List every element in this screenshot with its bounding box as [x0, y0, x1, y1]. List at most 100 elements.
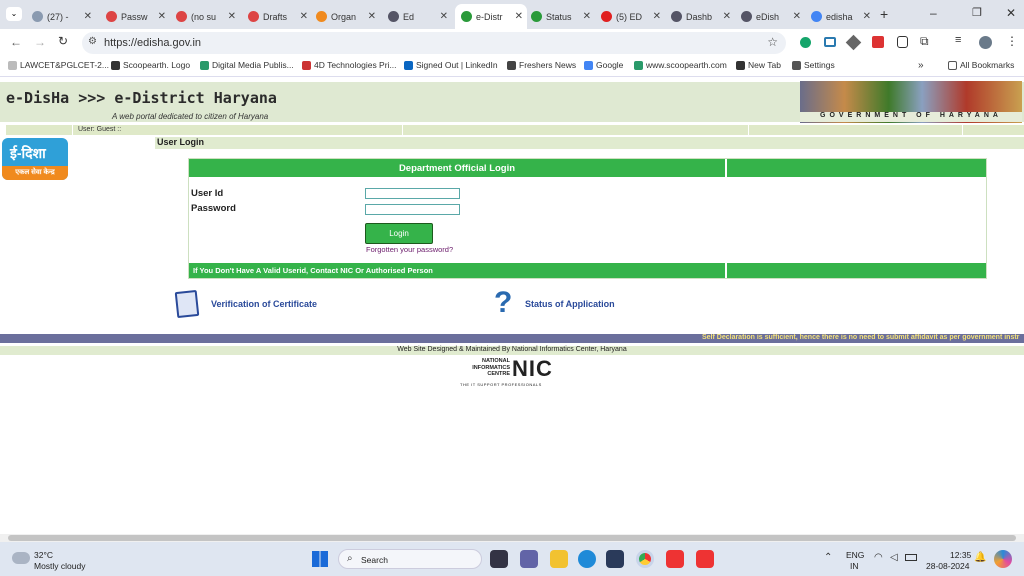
tab-close-icon[interactable]: ✕	[653, 11, 661, 22]
task-view-icon[interactable]	[490, 550, 508, 568]
clock-date[interactable]: 28-08-2024	[926, 561, 969, 571]
teams-icon[interactable]	[520, 550, 538, 568]
password-input[interactable]	[365, 204, 460, 215]
forgot-password-link[interactable]: Forgotten your password?	[366, 245, 453, 254]
edge-icon[interactable]	[578, 550, 596, 568]
certificate-icon[interactable]	[174, 289, 200, 319]
file-explorer-icon[interactable]	[550, 550, 568, 568]
close-window-button[interactable]: ✕	[1006, 6, 1016, 20]
extension-icon-puzzle-piece[interactable]	[845, 34, 862, 51]
language-indicator[interactable]: ENG	[846, 550, 864, 560]
battery-icon[interactable]	[905, 554, 917, 561]
bookmark-item[interactable]: Scoopearth. Logo	[111, 60, 190, 70]
tab-close-icon[interactable]: ✕	[515, 11, 523, 22]
copilot-icon[interactable]	[994, 550, 1012, 568]
wifi-icon[interactable]: ◠	[874, 552, 883, 563]
browser-tab[interactable]: Organ ✕	[310, 4, 380, 29]
browser-tab[interactable]: eDish ✕	[735, 4, 805, 29]
question-icon[interactable]: ?	[494, 286, 512, 320]
browser-tab[interactable]: Passw ✕	[100, 4, 170, 29]
address-bar[interactable]: ⚙ https://edisha.gov.in ☆	[82, 32, 786, 54]
browser-tab[interactable]: (27) - ✕	[26, 4, 96, 29]
all-bookmarks-button[interactable]: All Bookmarks	[948, 60, 1014, 70]
bookmark-item[interactable]: 4D Technologies Pri...	[302, 60, 397, 70]
bookmark-item[interactable]: Digital Media Publis...	[200, 60, 294, 70]
weather-temp[interactable]: 32°C	[34, 550, 53, 560]
extension-icon-badge[interactable]	[897, 36, 908, 48]
site-info-icon[interactable]: ⚙	[88, 36, 97, 47]
clock-time[interactable]: 12:35	[950, 550, 971, 560]
taskbar-search-box[interactable]: ⌕ Search	[338, 549, 482, 569]
tab-close-icon[interactable]: ✕	[158, 11, 166, 22]
tab-search-button[interactable]: ⌄	[6, 7, 22, 21]
userid-input[interactable]	[365, 188, 460, 199]
bookmark-item[interactable]: Freshers News	[507, 60, 576, 70]
extension-icon-grammarly[interactable]	[800, 37, 811, 48]
reload-icon[interactable]: ↻	[58, 34, 68, 48]
nic-logo: NATIONAL INFORMATICS CENTRE NIC THE IT S…	[460, 356, 564, 389]
restore-button[interactable]: ❐	[972, 6, 982, 19]
login-button[interactable]: Login	[365, 223, 433, 244]
start-icon[interactable]	[312, 551, 328, 567]
browser-tab[interactable]: Ed ✕	[382, 4, 452, 29]
tab-close-icon[interactable]: ✕	[793, 11, 801, 22]
browser-tab[interactable]: edisha ✕	[805, 4, 875, 29]
app-icon-red-2[interactable]	[696, 550, 714, 568]
status-application-link[interactable]: Status of Application	[525, 299, 615, 309]
tab-close-icon[interactable]: ✕	[300, 11, 308, 22]
back-icon[interactable]: ←	[10, 35, 22, 49]
tab-close-icon[interactable]: ✕	[440, 11, 448, 22]
notification-bell-icon[interactable]: 🔔	[974, 552, 986, 563]
weather-icon[interactable]	[12, 552, 30, 564]
verification-certificate-link[interactable]: Verification of Certificate	[211, 299, 317, 309]
bookmark-item[interactable]: Signed Out | LinkedIn	[404, 60, 498, 70]
tab-close-icon[interactable]: ✕	[863, 11, 871, 22]
bookmark-favicon-icon	[736, 60, 745, 70]
bookmark-item[interactable]: New Tab	[736, 60, 781, 70]
profile-avatar[interactable]	[979, 36, 992, 49]
bookmark-item[interactable]: LAWCET&PGLCET-2...	[8, 60, 109, 70]
browser-tab[interactable]: (no su ✕	[170, 4, 240, 29]
reading-list-icon[interactable]: ≡	[955, 34, 961, 46]
tab-label: eDish	[756, 11, 780, 22]
bookmark-item[interactable]: Google	[584, 60, 623, 70]
forward-icon[interactable]: →	[34, 35, 46, 49]
bookmark-favicon-icon	[302, 60, 311, 70]
bookmark-star-icon[interactable]: ☆	[767, 35, 778, 49]
tab-favicon-icon	[106, 11, 117, 22]
bookmark-item[interactable]: Settings	[792, 60, 835, 70]
tray-chevron-icon[interactable]: ⌃	[824, 552, 832, 563]
tab-close-icon[interactable]: ✕	[583, 11, 591, 22]
scrollbar-thumb[interactable]	[8, 535, 1016, 541]
region-indicator[interactable]: IN	[850, 561, 859, 571]
menu-icon[interactable]: ⋮	[1006, 34, 1018, 48]
browser-tab[interactable]: (5) ED ✕	[595, 4, 665, 29]
tab-close-icon[interactable]: ✕	[228, 11, 236, 22]
new-tab-button[interactable]: +	[880, 6, 888, 22]
tab-close-icon[interactable]: ✕	[84, 11, 92, 22]
minimize-button[interactable]: –	[930, 6, 937, 20]
browser-tab[interactable]: Dashb ✕	[665, 4, 735, 29]
site-logo[interactable]: e-DisHa >>> e-District Haryana	[6, 89, 277, 107]
horizontal-scrollbar[interactable]	[0, 534, 1024, 542]
website-content: e-DisHa >>> e-District Haryana A web por…	[0, 78, 1024, 534]
volume-icon[interactable]: ◁	[890, 552, 898, 563]
chrome-icon[interactable]	[636, 550, 654, 568]
tab-favicon-icon	[32, 11, 43, 22]
tab-favicon-icon	[176, 11, 187, 22]
bookmark-item[interactable]: www.scoopearth.com	[634, 60, 727, 70]
extension-icon-screen[interactable]	[824, 37, 836, 47]
app-icon-red-1[interactable]	[666, 550, 684, 568]
bookmarks-overflow-icon[interactable]: »	[918, 60, 924, 71]
user-login-title: User Login	[155, 137, 1024, 149]
tab-close-icon[interactable]: ✕	[368, 11, 376, 22]
browser-tab[interactable]: Status ✕	[525, 4, 595, 29]
tab-label: Drafts	[263, 11, 288, 22]
browser-tab[interactable]: e-Distr ✕	[455, 4, 527, 29]
store-icon[interactable]	[606, 550, 624, 568]
extensions-icon[interactable]: ⧉	[920, 34, 929, 49]
extension-icon-red[interactable]	[872, 36, 884, 48]
browser-tab[interactable]: Drafts ✕	[242, 4, 312, 29]
weather-desc[interactable]: Mostly cloudy	[34, 561, 86, 571]
tab-close-icon[interactable]: ✕	[723, 11, 731, 22]
